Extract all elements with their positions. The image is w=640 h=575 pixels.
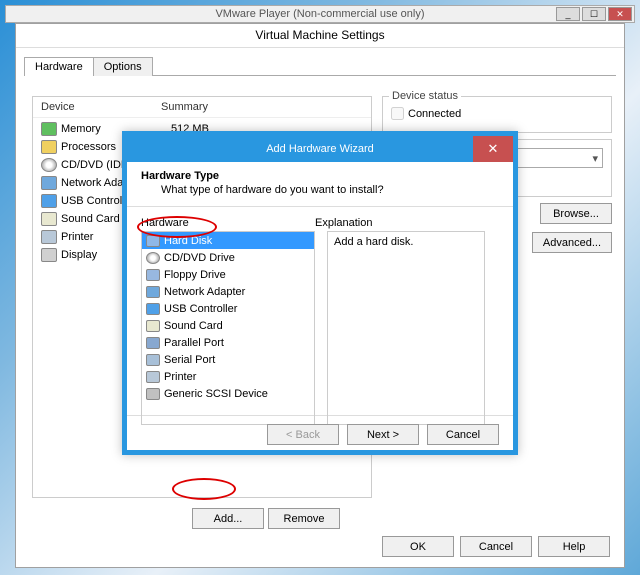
cancel-button[interactable]: Cancel — [460, 536, 532, 557]
minimize-icon[interactable]: _ — [556, 7, 580, 21]
hardware-item[interactable]: Serial Port — [142, 351, 314, 368]
tab-options[interactable]: Options — [93, 57, 153, 76]
browse-button[interactable]: Browse... — [540, 203, 612, 224]
wizard-head-sub: What type of hardware do you want to ins… — [141, 184, 499, 196]
explanation-label: Explanation — [315, 217, 485, 229]
snd-icon — [41, 212, 57, 226]
ser-icon — [146, 354, 160, 366]
hardware-item-label: Generic SCSI Device — [164, 388, 268, 400]
net-icon — [41, 176, 57, 190]
hardware-item[interactable]: CD/DVD Drive — [142, 249, 314, 266]
parent-window: VMware Player (Non-commercial use only) … — [5, 5, 635, 23]
net-icon — [146, 286, 160, 298]
add-hardware-wizard: Add Hardware Wizard ✕ Hardware Type What… — [122, 131, 518, 455]
prn-icon — [146, 371, 160, 383]
add-button[interactable]: Add... — [192, 508, 264, 529]
hardware-item[interactable]: Network Adapter — [142, 283, 314, 300]
hardware-column: Hardware Hard Disk CD/DVD Drive Floppy Dri… — [141, 217, 315, 411]
explanation-column: Explanation Add a hard disk. — [315, 217, 485, 411]
maximize-icon[interactable]: ☐ — [582, 7, 606, 21]
tabs: Hardware Options — [24, 56, 616, 76]
cd-icon — [41, 158, 57, 172]
hardware-item-label: Serial Port — [164, 354, 215, 366]
hardware-label: Hardware — [141, 217, 315, 229]
disp-icon — [41, 248, 57, 262]
hardware-item[interactable]: Parallel Port — [142, 334, 314, 351]
advanced-button[interactable]: Advanced... — [532, 232, 612, 253]
dialog-buttons: OK Cancel Help — [382, 536, 610, 557]
parent-window-title: VMware Player (Non-commercial use only) — [6, 6, 634, 20]
col-summary: Summary — [161, 101, 208, 113]
cd-icon — [146, 252, 160, 264]
hardware-item-label: Floppy Drive — [164, 269, 226, 281]
par-icon — [146, 337, 160, 349]
hardware-item-label: Sound Card — [164, 320, 223, 332]
hardware-item-label: USB Controller — [164, 303, 237, 315]
close-icon[interactable]: ✕ — [608, 7, 632, 21]
hardware-item[interactable]: Hard Disk — [142, 232, 314, 249]
col-device: Device — [41, 101, 161, 113]
flp-icon — [146, 269, 160, 281]
help-button[interactable]: Help — [538, 536, 610, 557]
wizard-titlebar: Add Hardware Wizard ✕ — [127, 136, 513, 162]
usb-icon — [146, 303, 160, 315]
connected-label: Connected — [408, 108, 461, 120]
scsi-icon — [146, 388, 160, 400]
wizard-close-icon[interactable]: ✕ — [473, 136, 513, 162]
mem-icon — [41, 122, 57, 136]
dialog-title: Virtual Machine Settings — [16, 24, 624, 48]
hardware-item[interactable]: Printer — [142, 368, 314, 385]
parent-window-buttons: _ ☐ ✕ — [556, 7, 632, 21]
hardware-item-label: Hard Disk — [164, 235, 212, 247]
wizard-body: Hardware Hard Disk CD/DVD Drive Floppy Dri… — [127, 207, 513, 415]
next-button[interactable]: Next > — [347, 424, 419, 445]
device-status-label: Device status — [389, 90, 461, 102]
back-button[interactable]: < Back — [267, 424, 339, 445]
ok-button[interactable]: OK — [382, 536, 454, 557]
hardware-item[interactable]: USB Controller — [142, 300, 314, 317]
prn-icon — [41, 230, 57, 244]
tab-hardware[interactable]: Hardware — [24, 57, 94, 76]
explanation-text: Add a hard disk. — [334, 236, 414, 248]
usb-icon — [41, 194, 57, 208]
hardware-item-label: Network Adapter — [164, 286, 245, 298]
remove-button[interactable]: Remove — [268, 508, 340, 529]
hardware-item[interactable]: Generic SCSI Device — [142, 385, 314, 402]
cpu-icon — [41, 140, 57, 154]
connected-checkbox-row: Connected — [391, 107, 603, 120]
hardware-list[interactable]: Hard Disk CD/DVD Drive Floppy Drive Network… — [141, 231, 315, 425]
hardware-item-label: Parallel Port — [164, 337, 224, 349]
wizard-head-title: Hardware Type — [141, 170, 499, 182]
wizard-header: Hardware Type What type of hardware do y… — [127, 162, 513, 207]
hdd-icon — [146, 235, 160, 247]
hardware-item-label: CD/DVD Drive — [164, 252, 235, 264]
connected-checkbox[interactable] — [391, 107, 404, 120]
device-status-group: Device status Connected — [382, 96, 612, 133]
explanation-box: Add a hard disk. — [327, 231, 485, 425]
wizard-cancel-button[interactable]: Cancel — [427, 424, 499, 445]
device-panel-header: Device Summary — [33, 97, 371, 118]
hardware-item[interactable]: Floppy Drive — [142, 266, 314, 283]
add-remove-row: Add... Remove — [192, 508, 340, 529]
wizard-title: Add Hardware Wizard — [127, 143, 513, 155]
hardware-item[interactable]: Sound Card — [142, 317, 314, 334]
hardware-item-label: Printer — [164, 371, 196, 383]
snd-icon — [146, 320, 160, 332]
